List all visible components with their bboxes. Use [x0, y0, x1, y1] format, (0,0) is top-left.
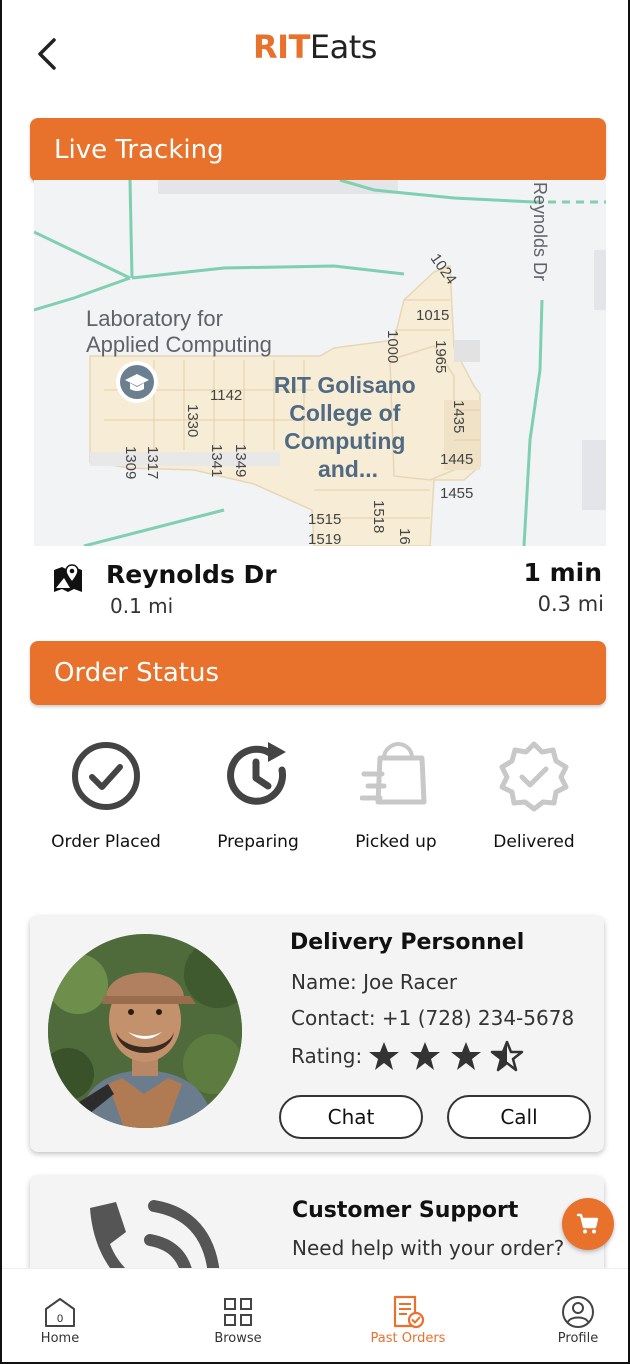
- courier-card-title: Delivery Personnel: [290, 930, 525, 955]
- delivery-personnel-card: Delivery Personnel Name: Joe Racer Conta…: [30, 916, 604, 1152]
- room-number: 1445: [440, 451, 473, 468]
- courier-avatar: [48, 934, 242, 1128]
- order-status-steps: Order Placed Preparing Picked up Deliver…: [30, 730, 606, 870]
- building-label-line: RIT Golisano: [274, 372, 416, 398]
- map-street-label: Reynolds Dr: [530, 182, 550, 281]
- building-label-line: and...: [318, 456, 378, 482]
- room-number: 1317: [144, 446, 161, 479]
- order-status-header: Order Status: [30, 641, 606, 705]
- room-number: 1330: [184, 404, 201, 437]
- home-icon: 0: [45, 1298, 75, 1327]
- nav-home[interactable]: 0 Home: [2, 1269, 120, 1362]
- star-icon: [410, 1042, 440, 1070]
- nav-label: Profile: [557, 1331, 599, 1346]
- bottom-navigation: 0 Home Browse Past Orders Profile: [2, 1268, 628, 1362]
- half-star-icon: [490, 1040, 524, 1072]
- poi-label-line: Applied Computing: [86, 332, 272, 357]
- call-button[interactable]: Call: [447, 1095, 591, 1139]
- app-screen: RITEats Live Tracking Laboratory for App…: [0, 0, 630, 1364]
- cart-icon: [576, 1213, 599, 1234]
- room-number: 1309: [122, 446, 139, 479]
- step-order-placed: Order Placed: [36, 730, 176, 852]
- step-preparing: Preparing: [188, 730, 328, 852]
- support-subtitle: Need help with your order?: [292, 1236, 565, 1260]
- courier-photo: [48, 934, 242, 1128]
- courier-rating-label: Rating:: [291, 1044, 363, 1068]
- receipt-icon: [393, 1295, 425, 1329]
- poi-label-line: Laboratory for: [86, 306, 223, 331]
- room-number: 1341: [208, 444, 225, 477]
- clock-refresh-icon: [227, 742, 287, 805]
- home-badge: 0: [57, 1313, 63, 1325]
- brand-prefix: RIT: [253, 28, 310, 66]
- route-street: Reynolds Dr: [106, 560, 277, 589]
- tracking-map[interactable]: Laboratory for Applied Computing RIT Gol…: [34, 180, 606, 546]
- room-number: 1519: [308, 531, 341, 546]
- route-summary: Reynolds Dr 0.1 mi 1 min 0.3 mi: [30, 548, 606, 624]
- nav-browse[interactable]: Browse: [178, 1269, 298, 1362]
- verified-badge-icon: [499, 741, 569, 812]
- nav-label: Home: [40, 1331, 80, 1346]
- app-header: RITEats: [2, 0, 628, 100]
- step-label: Order Placed: [51, 832, 161, 852]
- step-label: Delivered: [493, 832, 575, 852]
- nav-label: Browse: [214, 1331, 262, 1346]
- room-number: 1515: [308, 511, 341, 528]
- route-distance: 0.1 mi: [110, 594, 174, 618]
- nav-profile[interactable]: Profile: [518, 1269, 628, 1362]
- room-number: 1000: [384, 330, 401, 363]
- star-icon: [451, 1042, 481, 1070]
- cart-button[interactable]: [562, 1198, 614, 1250]
- brand-suffix: Eats: [309, 28, 378, 66]
- building-label-line: College of: [289, 400, 401, 426]
- room-number: 1455: [440, 485, 473, 502]
- live-tracking-header: Live Tracking: [30, 118, 606, 182]
- nav-past-orders[interactable]: Past Orders: [348, 1269, 468, 1362]
- room-number: 1142: [210, 387, 242, 404]
- room-number: 1015: [416, 307, 449, 324]
- brand-logo: RITEats: [2, 28, 628, 66]
- step-label: Preparing: [217, 832, 299, 852]
- star-icon: [369, 1042, 399, 1070]
- room-number: 1349: [232, 444, 249, 477]
- grid-icon: [224, 1298, 252, 1326]
- map-pin-icon: [54, 564, 82, 592]
- rating-stars: [369, 1040, 524, 1072]
- step-label: Picked up: [355, 832, 437, 852]
- shopping-bag-icon: [360, 741, 427, 805]
- room-number: 1435: [450, 400, 467, 433]
- room-number: 1965: [432, 340, 449, 373]
- nav-label: Past Orders: [370, 1331, 446, 1346]
- step-picked-up: Picked up: [326, 730, 466, 852]
- room-number: 16: [396, 528, 413, 545]
- room-number: 1518: [370, 500, 387, 533]
- building-label-line: Computing: [284, 428, 405, 454]
- chat-button[interactable]: Chat: [279, 1095, 423, 1139]
- route-eta: 1 min: [523, 558, 602, 587]
- graduation-cap-icon: [116, 361, 158, 403]
- courier-contact: Contact: +1 (728) 234-5678: [291, 1006, 575, 1030]
- check-circle-icon: [72, 742, 140, 810]
- courier-name: Name: Joe Racer: [291, 970, 458, 994]
- profile-icon: [562, 1296, 594, 1328]
- route-eta-distance: 0.3 mi: [537, 592, 604, 616]
- step-delivered: Delivered: [464, 730, 604, 852]
- map-canvas: Laboratory for Applied Computing RIT Gol…: [34, 180, 606, 546]
- support-title: Customer Support: [292, 1198, 519, 1223]
